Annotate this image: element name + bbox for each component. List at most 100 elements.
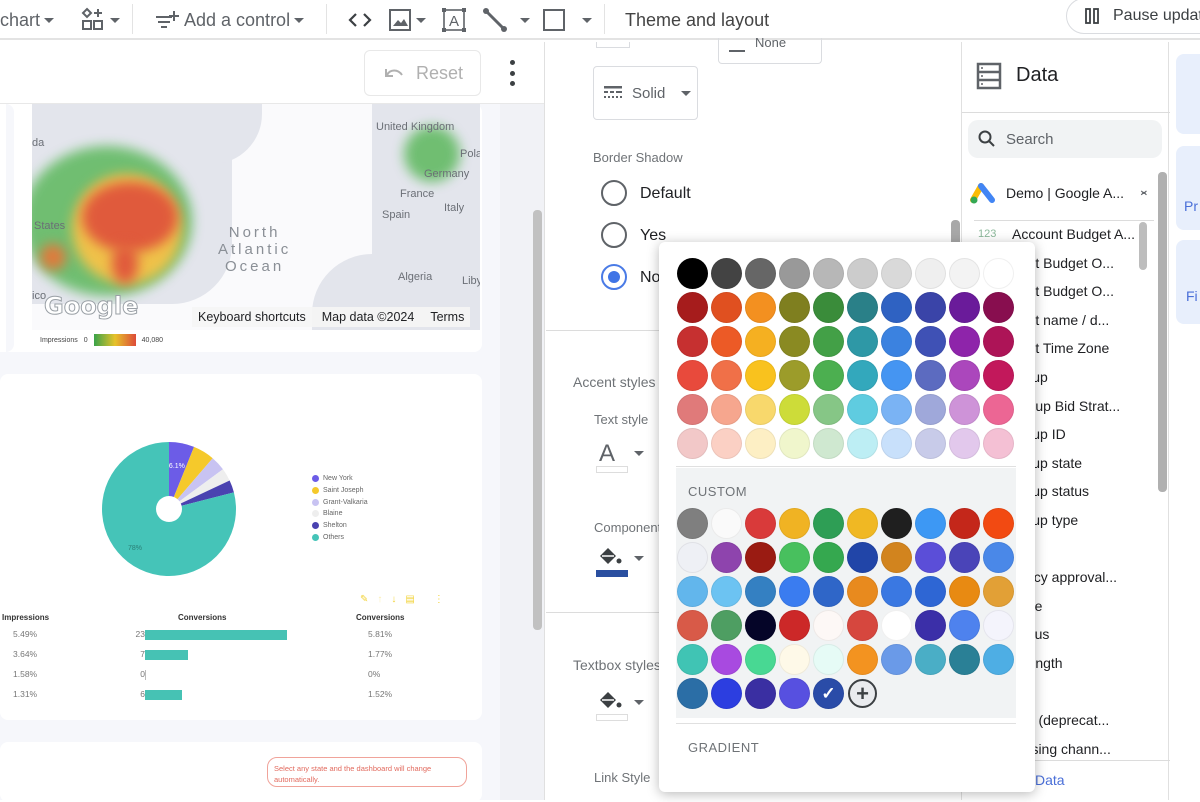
border-weight-select[interactable]: None <box>718 35 822 64</box>
border-color-swatch[interactable] <box>596 42 630 48</box>
color-swatch[interactable] <box>711 326 742 357</box>
color-swatch[interactable] <box>745 394 776 425</box>
color-swatch[interactable] <box>779 326 810 357</box>
radio-default[interactable] <box>601 180 627 206</box>
color-swatch[interactable] <box>711 576 742 607</box>
color-swatch[interactable] <box>983 428 1014 459</box>
fill-color-icon[interactable] <box>596 688 626 712</box>
color-swatch[interactable] <box>983 360 1014 391</box>
color-swatch[interactable] <box>915 428 946 459</box>
color-swatch[interactable] <box>711 292 742 323</box>
legend-item[interactable]: Grant-Valkaria <box>312 496 368 508</box>
color-swatch-selected[interactable] <box>813 678 844 709</box>
color-swatch[interactable] <box>745 326 776 357</box>
color-swatch[interactable] <box>779 644 810 675</box>
color-swatch[interactable] <box>745 542 776 573</box>
color-swatch[interactable] <box>949 508 980 539</box>
table-more-icon[interactable]: ⋮ <box>434 594 444 605</box>
legend-item[interactable]: New York <box>312 473 368 485</box>
color-swatch[interactable] <box>779 678 810 709</box>
shape-button[interactable] <box>542 0 592 40</box>
radio-no[interactable] <box>601 264 627 290</box>
color-swatch[interactable] <box>915 292 946 323</box>
color-swatch[interactable] <box>711 394 742 425</box>
color-swatch[interactable] <box>779 360 810 391</box>
color-swatch[interactable] <box>915 610 946 641</box>
color-swatch[interactable] <box>881 292 912 323</box>
color-swatch[interactable] <box>915 326 946 357</box>
color-swatch[interactable] <box>677 394 708 425</box>
color-swatch[interactable] <box>949 428 980 459</box>
add-data-button[interactable]: Data <box>1035 772 1065 788</box>
color-swatch[interactable] <box>915 508 946 539</box>
color-swatch[interactable] <box>915 360 946 391</box>
color-swatch[interactable] <box>813 326 844 357</box>
image-button[interactable] <box>388 0 426 40</box>
color-swatch[interactable] <box>847 542 878 573</box>
column-header-impressions[interactable]: Impressions <box>2 613 49 622</box>
color-swatch[interactable] <box>677 428 708 459</box>
color-swatch[interactable] <box>677 258 708 289</box>
chevron-down-icon[interactable] <box>634 700 644 705</box>
color-swatch[interactable] <box>745 508 776 539</box>
color-swatch[interactable] <box>949 644 980 675</box>
rail-tab-filters[interactable]: Fi <box>1176 240 1200 324</box>
add-component-button[interactable] <box>80 0 120 40</box>
color-swatch[interactable] <box>677 326 708 357</box>
add-chart-button[interactable]: chart <box>0 0 55 40</box>
more-options-icon[interactable] <box>506 60 518 86</box>
color-swatch[interactable] <box>847 610 878 641</box>
color-swatch[interactable] <box>813 542 844 573</box>
color-swatch[interactable] <box>949 610 980 641</box>
color-swatch[interactable] <box>983 258 1014 289</box>
color-swatch[interactable] <box>881 326 912 357</box>
color-swatch[interactable] <box>779 610 810 641</box>
color-swatch[interactable] <box>711 542 742 573</box>
data-search-input[interactable]: Search <box>968 120 1162 158</box>
color-swatch[interactable] <box>745 258 776 289</box>
pie-chart[interactable]: 6.1% 78% <box>100 440 238 578</box>
color-swatch[interactable] <box>677 508 708 539</box>
color-swatch[interactable] <box>745 428 776 459</box>
reset-button[interactable]: Reset <box>364 50 481 96</box>
collapse-icon[interactable]: ⌄ ⌃ <box>1138 182 1150 204</box>
text-button[interactable]: A <box>442 0 466 40</box>
color-swatch[interactable] <box>949 292 980 323</box>
color-swatch[interactable] <box>983 326 1014 357</box>
rail-tab[interactable] <box>1176 54 1200 134</box>
color-swatch[interactable] <box>915 576 946 607</box>
add-control-button[interactable]: Add a control <box>154 0 305 40</box>
color-swatch[interactable] <box>881 576 912 607</box>
color-swatch[interactable] <box>745 678 776 709</box>
pause-updates-button[interactable]: Pause updates <box>1066 0 1200 34</box>
color-swatch[interactable] <box>779 428 810 459</box>
radio-yes[interactable] <box>601 222 627 248</box>
color-swatch[interactable] <box>983 292 1014 323</box>
color-swatch[interactable] <box>677 292 708 323</box>
color-swatch[interactable] <box>677 610 708 641</box>
color-swatch[interactable] <box>813 576 844 607</box>
color-swatch[interactable] <box>983 610 1014 641</box>
line-button[interactable] <box>482 0 530 40</box>
color-swatch[interactable] <box>949 326 980 357</box>
color-swatch[interactable] <box>813 508 844 539</box>
color-swatch[interactable] <box>779 542 810 573</box>
export-icon[interactable]: ▤ <box>405 594 414 605</box>
field-list-scrollbar[interactable] <box>1139 222 1147 270</box>
color-swatch[interactable] <box>813 394 844 425</box>
color-swatch[interactable] <box>847 326 878 357</box>
legend-item[interactable]: Saint Joseph <box>312 485 368 497</box>
legend-item[interactable]: Blaine <box>312 508 368 520</box>
legend-item[interactable]: Shelton <box>312 520 368 532</box>
color-swatch[interactable] <box>847 644 878 675</box>
color-swatch[interactable] <box>813 258 844 289</box>
color-swatch[interactable] <box>881 428 912 459</box>
rail-tab-properties[interactable]: Pr <box>1176 146 1200 230</box>
column-header-conversions[interactable]: Conversions <box>178 613 226 622</box>
color-swatch[interactable] <box>881 542 912 573</box>
color-swatch[interactable] <box>745 292 776 323</box>
color-swatch[interactable] <box>881 258 912 289</box>
color-swatch[interactable] <box>813 292 844 323</box>
color-swatch[interactable] <box>847 292 878 323</box>
color-swatch[interactable] <box>745 576 776 607</box>
